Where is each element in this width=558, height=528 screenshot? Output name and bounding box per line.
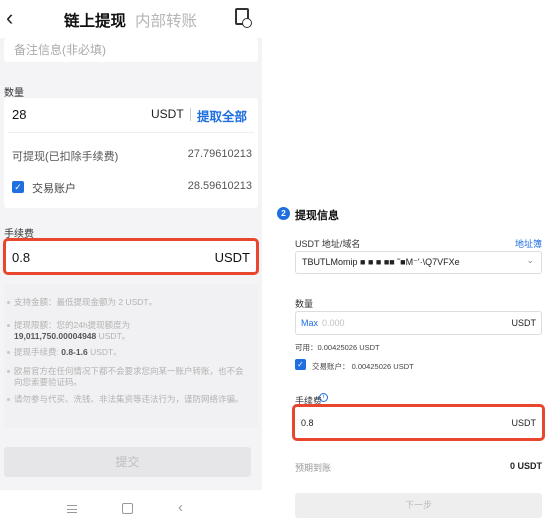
- trading-account-checkbox[interactable]: ✓: [295, 359, 306, 370]
- address-select[interactable]: TBUTLMomip ■ ■ ■ ■■ ˜■M⁻'·\Q7VFXe ⌄: [295, 251, 542, 274]
- amount-input[interactable]: 28: [12, 107, 26, 122]
- submit-button[interactable]: 提交: [4, 447, 251, 477]
- back-icon[interactable]: ‹: [178, 499, 183, 516]
- record-clock-icon[interactable]: [235, 8, 252, 28]
- available-balance: 可用：0.00425026 USDT: [295, 343, 380, 352]
- available-value: 27.79610213: [187, 148, 252, 160]
- notice-item: 支持金额：最低提现金额为 2 USDT。: [7, 297, 246, 308]
- fee-unit: USDT: [511, 418, 537, 428]
- info-icon[interactable]: i: [319, 393, 328, 402]
- back-chevron-icon[interactable]: ‹: [6, 5, 13, 31]
- tab-internal-transfer[interactable]: 内部转账: [135, 9, 197, 31]
- trading-account-value: 28.59610213: [187, 180, 252, 192]
- notice-item: 提现限额：您的24h提现额度为 19,011,750.00004948 USDT。: [7, 320, 246, 342]
- notice-list: 支持金额：最低提现金额为 2 USDT。 提现限额：您的24h提现额度为 19,0…: [4, 284, 258, 428]
- amount-input[interactable]: Max 0.000 USDT: [295, 311, 542, 335]
- fee-unit: USDT: [214, 250, 250, 265]
- menu-icon[interactable]: [67, 505, 77, 513]
- notice-item: 欧易官方在任何情况下都不会要求您向某一账户转账，也不会向您索要验证码。: [7, 366, 246, 388]
- amount-unit: USDT: [511, 318, 537, 328]
- fee-input[interactable]: 0.8 USDT: [292, 404, 545, 441]
- notice-item: 请勿参与代买、洗钱、非法集资等违法行为，谨防网络诈骗。: [7, 394, 246, 405]
- amount-unit: USDT: [151, 107, 184, 121]
- max-button[interactable]: Max: [301, 318, 318, 328]
- divider: [8, 132, 254, 133]
- receive-value: 0 USDT: [509, 461, 542, 471]
- address-label: USDT 地址/域名: [295, 239, 361, 249]
- fee-input[interactable]: 0.8 USDT: [3, 238, 259, 275]
- tab-onchain-withdraw[interactable]: 链上提现: [64, 9, 126, 31]
- address-book-link[interactable]: 地址簿: [515, 237, 542, 250]
- trading-account-label: 交易账户: [32, 183, 76, 195]
- available-label: 可提现(已扣除手续费): [12, 151, 119, 163]
- notice-item: 提现手续费: 0.8-1.6 USDT。: [7, 347, 246, 358]
- memo-placeholder: 备注信息(非必填): [14, 43, 106, 57]
- section-title: 提现信息: [295, 210, 339, 222]
- trading-account-balance: 交易账户： 0.00425026 USDT: [312, 362, 414, 371]
- mobile-withdraw-panel: ‹ 链上提现 内部转账 备注信息(非必填) 数量 28 USDT 提取全部 可提…: [0, 0, 262, 528]
- amount-placeholder: 0.000: [322, 318, 345, 328]
- amount-label: 数量: [4, 88, 24, 99]
- header: ‹ 链上提现 内部转账: [0, 0, 262, 38]
- address-value: TBUTLMomip ■ ■ ■ ■■ ˜■M⁻'·\Q7VFXe: [302, 257, 460, 267]
- trading-account-checkbox[interactable]: ✓: [12, 181, 24, 193]
- next-button[interactable]: 下一步: [295, 493, 542, 518]
- withdraw-all-button[interactable]: 提取全部: [197, 106, 247, 125]
- amount-card: 28 USDT 提取全部 可提现(已扣除手续费) 27.79610213 ✓ 交…: [4, 98, 258, 208]
- fee-value: 0.8: [12, 250, 31, 265]
- divider: [190, 108, 191, 121]
- memo-input[interactable]: 备注信息(非必填): [4, 38, 258, 62]
- chevron-down-icon: ⌄: [526, 255, 534, 265]
- desktop-withdraw-panel: 2 提现信息 USDT 地址/域名 地址簿 TBUTLMomip ■ ■ ■ ■…: [262, 0, 558, 528]
- step-badge: 2: [277, 207, 290, 220]
- home-icon[interactable]: [122, 503, 133, 514]
- system-nav-bar: ‹: [0, 490, 262, 528]
- receive-label: 预期到账: [295, 463, 332, 473]
- amount-label: 数量: [295, 299, 314, 309]
- fee-value: 0.8: [301, 418, 314, 428]
